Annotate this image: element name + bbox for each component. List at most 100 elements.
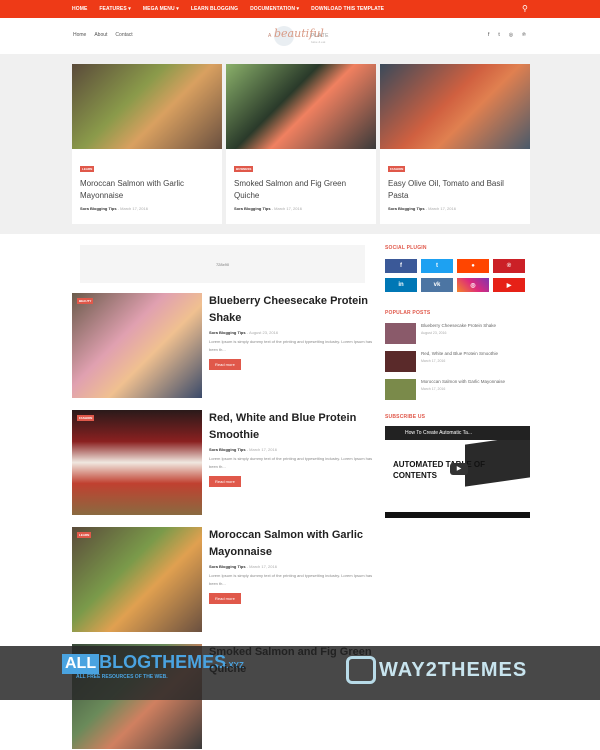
nav-home[interactable]: HOME: [72, 6, 87, 12]
post-title[interactable]: Red, White and Blue Protein Smoothie: [209, 410, 379, 443]
post-author[interactable]: Sora Blogging Tips: [209, 330, 246, 335]
read-more-button[interactable]: Read more: [209, 476, 241, 487]
twitter-button[interactable]: t: [421, 259, 453, 273]
post-snippet: Lorem Ipsum is simply dummy text of the …: [209, 456, 373, 469]
instagram-button[interactable]: ◎: [457, 278, 489, 292]
category-tag[interactable]: LEARN: [77, 532, 92, 538]
post-author[interactable]: Sora Blogging Tips: [234, 206, 271, 211]
facebook-button[interactable]: f: [385, 259, 417, 273]
popular-title[interactable]: Red, White and Blue Protein Smoothie: [421, 351, 498, 356]
post-item: BEAUTY Blueberry Cheesecake Protein Shak…: [72, 293, 372, 399]
post-author[interactable]: Sora Blogging Tips: [388, 206, 425, 211]
watermark-way2themes: WAY2THEMES: [379, 658, 528, 681]
category-tag[interactable]: FASHION: [77, 415, 95, 421]
video-bottom-bar: [385, 512, 530, 518]
vk-icon: vk: [433, 282, 441, 288]
featured-title[interactable]: Easy Olive Oil, Tomato and Basil Pasta: [388, 178, 522, 201]
post-title[interactable]: Moroccan Salmon with Garlic Mayonnaise: [209, 527, 379, 560]
search-icon[interactable]: ⚲: [522, 4, 528, 13]
post-date: - March 17, 2016: [425, 206, 456, 211]
popular-thumbnail[interactable]: [385, 351, 416, 372]
category-tag[interactable]: LEARN: [80, 166, 95, 172]
top-navigation: HOME FEATURES ▾ MEGA MENU ▾ LEARN BLOGGI…: [0, 0, 600, 18]
pinterest-icon: ℗: [506, 263, 512, 269]
featured-image[interactable]: [72, 64, 222, 149]
reddit-icon: ●: [471, 263, 475, 269]
featured-section: LEARN Moroccan Salmon with Garlic Mayonn…: [0, 54, 600, 234]
pinterest-icon[interactable]: ℗: [522, 32, 526, 38]
post-title[interactable]: Smoked Salmon and Fig Green Quiche: [209, 644, 379, 677]
featured-image[interactable]: [226, 64, 376, 149]
post-item: FASHION Red, White and Blue Protein Smoo…: [72, 410, 372, 516]
watermark-tagline: ALL FREE RESOURCES OF THE WEB.: [76, 674, 168, 680]
link-home[interactable]: Home: [73, 32, 86, 38]
facebook-icon: f: [400, 263, 402, 269]
category-tag[interactable]: FASHION: [388, 166, 406, 172]
twitter-icon: t: [436, 263, 438, 269]
popular-date: March 17, 2016: [421, 359, 446, 363]
post-author[interactable]: Sora Blogging Tips: [80, 206, 117, 211]
play-icon[interactable]: ▶: [450, 463, 468, 475]
featured-card[interactable]: BUSINESS Smoked Salmon and Fig Green Qui…: [226, 64, 376, 224]
post-image[interactable]: LEARN: [72, 527, 202, 632]
ad-label: 728x90: [215, 261, 230, 267]
logo-a: A: [268, 33, 272, 39]
pinterest-button[interactable]: ℗: [493, 259, 525, 273]
popular-post[interactable]: Red, White and Blue Protein Smoothie Marc…: [385, 351, 530, 372]
video-title[interactable]: How To Create Automatic Ta...: [385, 426, 530, 440]
linkedin-icon: in: [398, 282, 404, 288]
popular-post[interactable]: Blueberry Cheesecake Protein Shake August…: [385, 323, 530, 344]
site-logo[interactable]: A beautiful PLATE bake & eat: [266, 24, 336, 50]
post-date: - August 23, 2016: [246, 330, 279, 335]
popular-title[interactable]: Blueberry Cheesecake Protein Shake: [421, 323, 496, 328]
twitter-icon[interactable]: t: [498, 32, 499, 38]
category-tag[interactable]: BUSINESS: [234, 166, 254, 172]
post-image[interactable]: BEAUTY: [72, 293, 202, 398]
instagram-icon[interactable]: ◎: [509, 32, 513, 38]
popular-title[interactable]: Moroccan Salmon with Garlic Mayonnaise: [421, 379, 505, 384]
youtube-icon: ▶: [506, 282, 512, 289]
post-date: - March 17, 2016: [246, 564, 277, 569]
popular-thumbnail[interactable]: [385, 323, 416, 344]
logo-subtitle: bake & eat: [311, 40, 326, 44]
reddit-button[interactable]: ●: [457, 259, 489, 273]
facebook-icon[interactable]: f: [488, 32, 489, 38]
instagram-icon: ◎: [470, 282, 476, 289]
nav-download-template[interactable]: DOWNLOAD THIS TEMPLATE: [311, 6, 384, 12]
subscribe-heading: SUBSCRIBE US: [385, 414, 426, 420]
nav-features[interactable]: FEATURES ▾: [99, 6, 130, 12]
nav-learn-blogging[interactable]: LEARN BLOGGING: [191, 6, 238, 12]
nav-mega-menu[interactable]: MEGA MENU ▾: [143, 6, 179, 12]
featured-card[interactable]: FASHION Easy Olive Oil, Tomato and Basil…: [380, 64, 530, 224]
ad-banner[interactable]: 728x90: [80, 245, 365, 283]
popular-post[interactable]: Moroccan Salmon with Garlic Mayonnaise Ma…: [385, 379, 530, 400]
link-about[interactable]: About: [94, 32, 107, 38]
youtube-video-embed[interactable]: How To Create Automatic Ta... AUTOMATED …: [385, 426, 530, 518]
post-author[interactable]: Sora Blogging Tips: [209, 447, 246, 452]
popular-posts-heading: POPULAR POSTS: [385, 310, 431, 316]
popular-date: August 23, 2016: [421, 331, 447, 335]
read-more-button[interactable]: Read more: [209, 593, 241, 604]
sidebar: SOCIAL PLUGIN f t ● ℗ in vk ◎ ▶ POPULAR …: [385, 245, 530, 518]
category-tag[interactable]: BEAUTY: [77, 298, 94, 304]
read-more-button[interactable]: Read more: [209, 359, 241, 370]
post-image[interactable]: FASHION: [72, 410, 202, 515]
featured-title[interactable]: Moroccan Salmon with Garlic Mayonnaise: [80, 178, 214, 201]
link-contact[interactable]: Contact: [115, 32, 132, 38]
vk-button[interactable]: vk: [421, 278, 453, 292]
featured-card[interactable]: LEARN Moroccan Salmon with Garlic Mayonn…: [72, 64, 222, 224]
youtube-button[interactable]: ▶: [493, 278, 525, 292]
post-snippet: Lorem Ipsum is simply dummy text of the …: [209, 339, 373, 352]
featured-image[interactable]: [380, 64, 530, 149]
social-buttons: f t ● ℗ in vk ◎ ▶: [385, 259, 530, 292]
site-header: Home About Contact A beautiful PLATE bak…: [0, 18, 600, 54]
nav-documentation[interactable]: DOCUMENTATION ▾: [250, 6, 299, 12]
linkedin-button[interactable]: in: [385, 278, 417, 292]
post-author[interactable]: Sora Blogging Tips: [209, 564, 246, 569]
featured-title[interactable]: Smoked Salmon and Fig Green Quiche: [234, 178, 368, 201]
logo-plate: PLATE: [311, 33, 329, 39]
watermark-all: ALL: [62, 654, 100, 674]
header-links: Home About Contact: [73, 32, 133, 38]
popular-thumbnail[interactable]: [385, 379, 416, 400]
post-title[interactable]: Blueberry Cheesecake Protein Shake: [209, 293, 379, 326]
